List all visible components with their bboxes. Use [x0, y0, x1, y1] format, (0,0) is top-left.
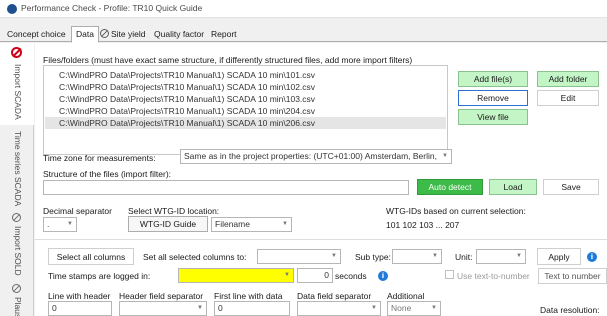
additional-select[interactable]: None ▼: [387, 301, 441, 316]
tab-label: Concept choice: [7, 29, 66, 39]
decimal-separator-label: Decimal separator: [43, 206, 112, 216]
timestamp-offset-input[interactable]: 0: [297, 268, 333, 283]
timezone-label: Time zone for measurements:: [43, 153, 156, 163]
decimal-separator-select[interactable]: . ▼: [43, 217, 77, 232]
side-tab-import-scada[interactable]: Import SCADA: [0, 43, 34, 125]
wtg-location-value: Filename: [215, 219, 250, 229]
first-data-line-input[interactable]: 0: [214, 301, 290, 316]
edit-button[interactable]: Edit: [537, 90, 599, 106]
info-icon[interactable]: i: [378, 271, 388, 281]
additional-value: None: [391, 303, 412, 313]
timestamps-select[interactable]: ▼: [178, 268, 294, 283]
tab-data[interactable]: Data: [71, 26, 99, 43]
timezone-select[interactable]: Same as in the project properties: (UTC+…: [180, 149, 452, 164]
side-tab-label: Time series SCADA: [13, 131, 23, 207]
side-tab-label: Plaus: [13, 297, 23, 316]
subtype-label: Sub type:: [355, 252, 391, 262]
chevron-down-icon: ▼: [282, 221, 288, 227]
chevron-down-icon: ▼: [431, 305, 437, 311]
side-tab-time-series-scada[interactable]: Time series SCADA: [0, 125, 34, 207]
main-tab-bar: Concept choice Data Site yield Quality f…: [0, 24, 607, 43]
text-to-number-button[interactable]: Text to number: [538, 268, 607, 284]
timestamps-label: Time stamps are logged in:: [48, 271, 151, 281]
chevron-down-icon: ▼: [284, 272, 290, 278]
disabled-icon: [12, 284, 21, 293]
file-list-item[interactable]: C:\WindPRO Data\Projects\TR10 Manual\1) …: [45, 69, 446, 81]
chevron-down-icon: ▼: [371, 305, 377, 311]
add-files-button[interactable]: Add file(s): [458, 71, 528, 87]
subtype-select[interactable]: ▼: [392, 249, 442, 264]
chevron-down-icon: ▼: [432, 253, 438, 259]
data-separator-label: Data field separator: [297, 291, 372, 301]
title-bar: Performance Check - Profile: TR10 Quick …: [0, 0, 607, 18]
line-with-header-input[interactable]: 0: [48, 301, 112, 316]
remove-button[interactable]: Remove: [458, 90, 528, 106]
header-separator-select[interactable]: ▼: [119, 301, 207, 316]
wtg-ids-label: WTG-IDs based on current selection:: [386, 206, 526, 216]
additional-label: Additional: [387, 291, 425, 301]
chevron-down-icon: ▼: [442, 153, 448, 159]
line-with-header-label: Line with header: [48, 291, 111, 301]
chevron-down-icon: ▼: [197, 305, 203, 311]
data-resolution-label: Data resolution:: [540, 305, 600, 315]
chevron-down-icon: ▼: [67, 221, 73, 227]
timezone-value: Same as in the project properties: (UTC+…: [184, 151, 437, 161]
side-tab-import-sold[interactable]: Import SOLD: [0, 207, 34, 278]
divider: [35, 239, 607, 240]
structure-label: Structure of the files (import filter):: [43, 169, 172, 179]
side-tab-label: Import SOLD: [13, 226, 23, 276]
use-text-to-number-checkbox[interactable]: [445, 270, 454, 279]
data-separator-select[interactable]: ▼: [297, 301, 381, 316]
wtg-location-select[interactable]: Filename ▼: [211, 217, 292, 232]
wtg-id-guide-button[interactable]: WTG-ID Guide: [128, 216, 208, 232]
file-list-item-selected[interactable]: C:\WindPRO Data\Projects\TR10 Manual\1) …: [45, 117, 446, 129]
files-header: Files/folders (must have exact same stru…: [43, 55, 413, 65]
load-button[interactable]: Load: [489, 179, 537, 195]
file-list[interactable]: C:\WindPRO Data\Projects\TR10 Manual\1) …: [43, 65, 448, 155]
use-text-to-number-label: Use text-to-number: [457, 271, 530, 281]
set-columns-label: Set all selected columns to:: [143, 252, 247, 262]
info-icon[interactable]: i: [587, 252, 597, 262]
chevron-down-icon: ▼: [516, 253, 522, 259]
first-data-line-label: First line with data: [214, 291, 283, 301]
side-tab-plausibility[interactable]: Plaus: [0, 278, 34, 316]
structure-input[interactable]: [43, 180, 409, 195]
file-list-item[interactable]: C:\WindPRO Data\Projects\TR10 Manual\1) …: [45, 105, 446, 117]
tab-label: Quality factor: [154, 29, 205, 39]
side-tab-bar: Import SCADA Time series SCADA Import SO…: [0, 43, 34, 316]
decimal-separator-value: .: [47, 219, 50, 229]
column-type-select[interactable]: ▼: [257, 249, 341, 264]
disabled-icon: [100, 29, 109, 38]
save-button[interactable]: Save: [543, 179, 599, 195]
wtg-location-label: Select WTG-ID location:: [128, 206, 220, 216]
app-logo-icon: [7, 4, 17, 14]
unit-select[interactable]: ▼: [476, 249, 526, 264]
tab-quality-factor[interactable]: Quality factor: [150, 28, 208, 42]
view-file-button[interactable]: View file: [458, 109, 528, 125]
tab-label: Site yield: [111, 29, 146, 39]
wtg-ids-value: 101 102 103 ... 207: [386, 220, 460, 230]
import-scada-panel: Files/folders (must have exact same stru…: [35, 43, 607, 316]
tab-label: Data: [76, 29, 94, 39]
tab-report[interactable]: Report: [207, 28, 241, 42]
apply-button[interactable]: Apply: [537, 248, 581, 265]
unit-label: Unit:: [455, 252, 473, 262]
file-list-item[interactable]: C:\WindPRO Data\Projects\TR10 Manual\1) …: [45, 93, 446, 105]
disabled-icon: [12, 213, 21, 222]
offset-unit-label: seconds: [335, 271, 367, 281]
error-icon: [11, 47, 22, 58]
tab-site-yield[interactable]: Site yield: [96, 28, 150, 42]
tab-label: Report: [211, 29, 237, 39]
select-all-columns-button[interactable]: Select all columns: [48, 248, 134, 265]
file-list-item[interactable]: C:\WindPRO Data\Projects\TR10 Manual\1) …: [45, 81, 446, 93]
chevron-down-icon: ▼: [331, 253, 337, 259]
side-tab-label: Import SCADA: [13, 64, 23, 120]
tab-concept-choice[interactable]: Concept choice: [3, 28, 70, 42]
header-separator-label: Header field separator: [119, 291, 204, 301]
window-title: Performance Check - Profile: TR10 Quick …: [21, 3, 203, 13]
auto-detect-button[interactable]: Auto detect: [417, 179, 483, 195]
add-folder-button[interactable]: Add folder: [537, 71, 599, 87]
